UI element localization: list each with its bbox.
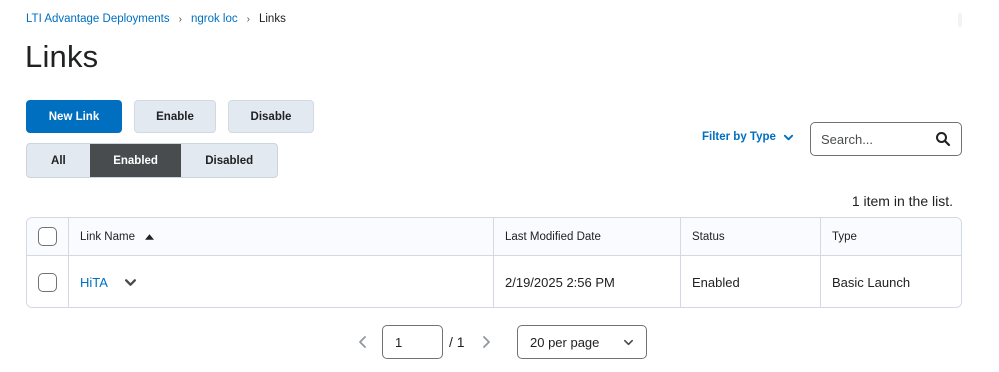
select-all-checkbox[interactable] bbox=[38, 227, 57, 246]
header-link-name[interactable]: Link Name bbox=[69, 218, 494, 255]
row-link-name-cell: HiTA bbox=[69, 256, 494, 307]
search-icon[interactable] bbox=[935, 131, 951, 147]
breadcrumb-current: Links bbox=[258, 13, 286, 25]
header-select-cell bbox=[27, 218, 69, 255]
status-filter-enabled[interactable]: Enabled bbox=[89, 144, 182, 177]
header-status[interactable]: Status bbox=[681, 218, 821, 255]
status-filter-disabled[interactable]: Disabled bbox=[181, 144, 277, 177]
breadcrumb-separator-icon: › bbox=[178, 13, 182, 25]
enable-button[interactable]: Enable bbox=[134, 100, 216, 133]
scrollbar[interactable] bbox=[958, 13, 962, 27]
breadcrumb-link-ngrok[interactable]: ngrok loc bbox=[191, 13, 238, 25]
chevron-left-icon[interactable] bbox=[356, 335, 370, 349]
disable-button[interactable]: Disable bbox=[228, 100, 314, 133]
filter-by-type-dropdown[interactable]: Filter by Type bbox=[702, 131, 794, 143]
page-title: Links bbox=[25, 39, 99, 74]
row-last-modified: 2/19/2025 2:56 PM bbox=[494, 256, 681, 307]
per-page-value: 20 per page bbox=[530, 334, 600, 350]
pagination: 1 / 1 bbox=[356, 325, 493, 359]
breadcrumb-separator-icon: › bbox=[246, 13, 250, 25]
links-table: Link Name Last Modified Date Status Type… bbox=[26, 217, 962, 308]
chevron-down-icon bbox=[624, 339, 633, 345]
table-header-row: Link Name Last Modified Date Status Type bbox=[27, 218, 961, 256]
search-box bbox=[810, 122, 962, 156]
new-link-button[interactable]: New Link bbox=[26, 100, 122, 133]
per-page-select[interactable]: 20 per page bbox=[517, 325, 647, 359]
chevron-down-icon bbox=[783, 134, 794, 140]
breadcrumb-link-lti-deployments[interactable]: LTI Advantage Deployments bbox=[26, 13, 170, 25]
search-input[interactable] bbox=[821, 131, 931, 147]
header-last-modified[interactable]: Last Modified Date bbox=[494, 218, 681, 255]
page-number-input[interactable]: 1 bbox=[382, 325, 443, 359]
chevron-down-icon[interactable] bbox=[124, 276, 137, 289]
link-name[interactable]: HiTA bbox=[80, 275, 108, 290]
sort-ascending-icon bbox=[144, 233, 154, 240]
header-type[interactable]: Type bbox=[821, 218, 961, 255]
row-checkbox[interactable] bbox=[38, 272, 57, 292]
status-filter-group: All Enabled Disabled bbox=[26, 143, 278, 178]
row-type: Basic Launch bbox=[832, 274, 911, 290]
header-link-name-label: Link Name bbox=[80, 230, 135, 243]
breadcrumb: LTI Advantage Deployments › ngrok loc › … bbox=[26, 13, 286, 25]
row-status: Enabled bbox=[681, 256, 821, 307]
table-row: HiTA 2/19/2025 2:56 PM Enabled Basic Lau… bbox=[27, 256, 961, 307]
row-select-cell bbox=[27, 256, 69, 307]
filter-by-type-label: Filter by Type bbox=[702, 131, 776, 143]
chevron-right-icon[interactable] bbox=[479, 335, 493, 349]
item-count: 1 item in the list. bbox=[851, 193, 953, 209]
total-pages: / 1 bbox=[449, 334, 465, 350]
status-filter-all[interactable]: All bbox=[27, 144, 90, 177]
